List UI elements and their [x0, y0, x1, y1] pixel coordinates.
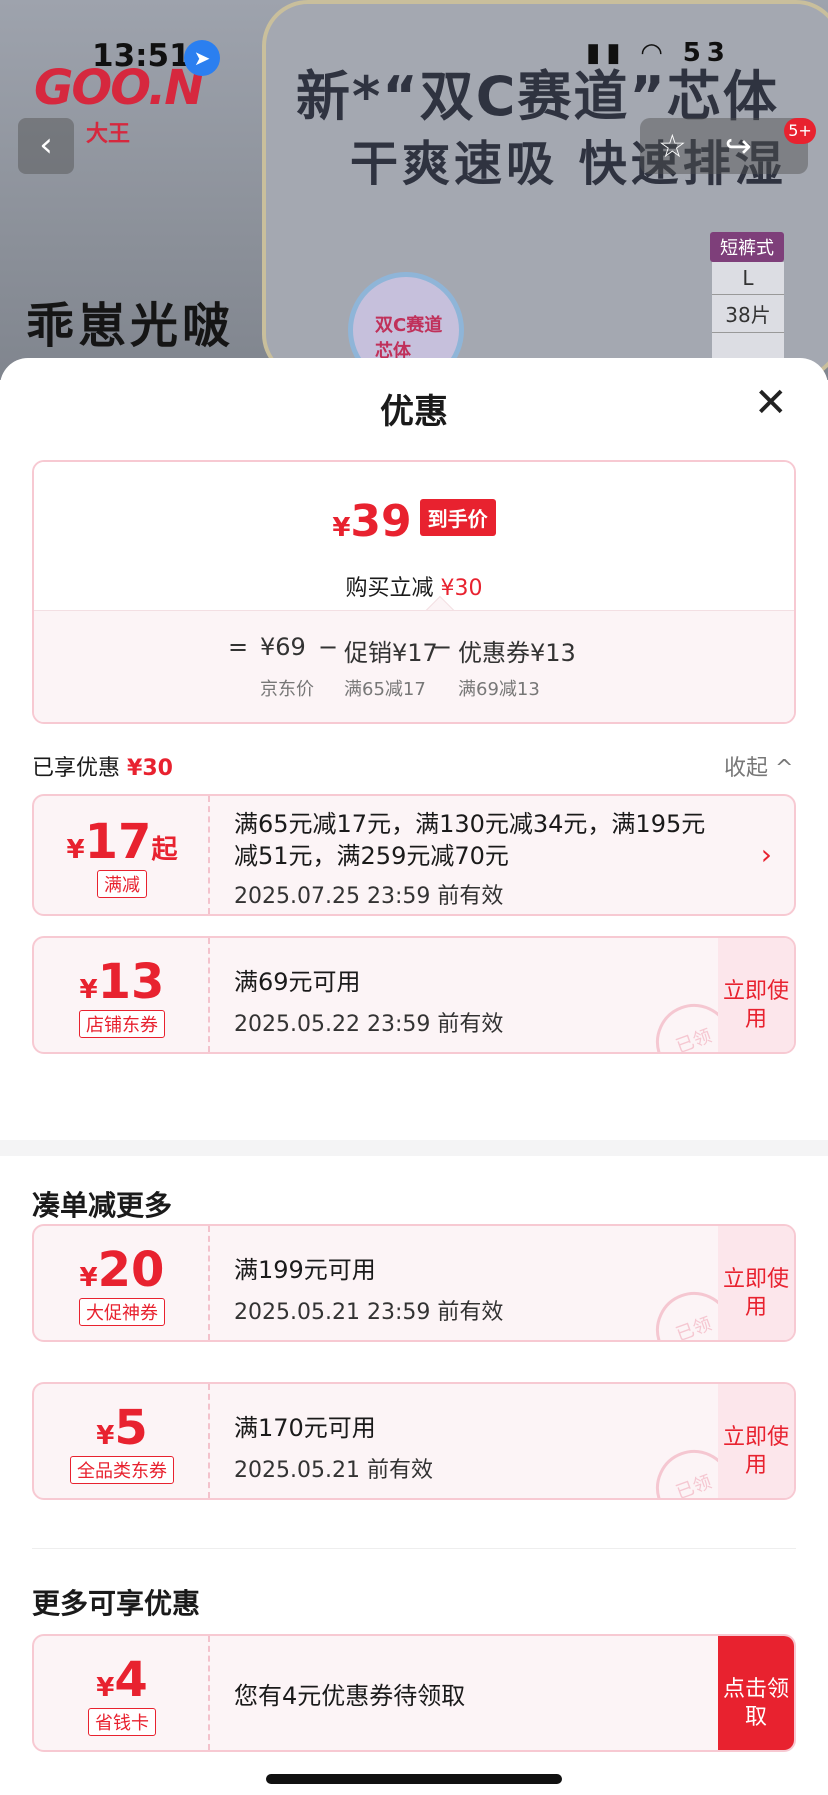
coupon-kind: 全品类东券 [34, 1456, 210, 1484]
section-title-extra: 更多可享优惠 [32, 1587, 201, 1620]
coupon-card[interactable]: ¥13 店铺东券 满69元可用 2025.05.22 23:59 前有效 已领 … [32, 936, 796, 1054]
use-now-button[interactable]: 立即使用 [718, 1226, 794, 1340]
coupon-value: 20 [97, 1242, 165, 1298]
brand-logo-sub: 大王 [86, 122, 131, 147]
price-formula: = ¥69 京东价 − 促销¥17 满65减17 − 优惠券¥13 满69减13 [34, 610, 794, 722]
collapse-button[interactable]: 收起 ^ [724, 750, 793, 782]
size-label: L [712, 262, 784, 295]
top-actions[interactable]: ☆ ↪ [640, 118, 808, 174]
back-button[interactable]: ‹ [18, 118, 74, 174]
coupon-desc: 满199元可用 [234, 1256, 376, 1284]
formula-promo: 促销¥17 [344, 639, 438, 667]
final-price-tag: 到手价 [419, 499, 496, 536]
coupon-amount: ¥20 [34, 1242, 210, 1298]
coupon-currency: ¥ [96, 1673, 115, 1703]
coupon-value: 17 [84, 814, 152, 870]
coupon-valid: 2025.07.25 23:59 前有效 [234, 884, 504, 909]
enjoyed-discount: 已享优惠 ¥30 [32, 750, 173, 782]
coupon-value: 4 [114, 1652, 148, 1708]
enjoyed-label: 已享优惠 [32, 756, 121, 781]
coupon-desc: 满69元可用 [234, 968, 361, 996]
coupon-amount: ¥5 [34, 1400, 210, 1456]
formula-promo-label: 满65减17 [344, 679, 426, 700]
coupon-kind: 店铺东券 [34, 1010, 210, 1038]
notification-badge: 5+ [784, 118, 816, 144]
coupon-value: 13 [97, 954, 165, 1010]
coupon-desc: 满65元减17元，满130元减34元，满195元减51元，满259元减70元 [234, 810, 706, 870]
product-badge-text: 双C赛道 芯体 [375, 315, 443, 362]
chevron-right-icon[interactable]: › [761, 838, 772, 871]
coupon-card[interactable]: ¥17起 满减 满65元减17元，满130元减34元，满195元减51元，满25… [32, 794, 796, 916]
price-summary: ¥39 到手价 购买立减 ¥30 = ¥69 京东价 − 促销¥17 满65减17… [32, 460, 796, 724]
formula-minus-1: − [318, 633, 339, 661]
status-time: 13:51 [92, 38, 191, 74]
instant-discount-label: 购买立减 [345, 576, 434, 601]
coupon-kind-label: 全品类东券 [70, 1456, 174, 1484]
formula-minus-2: − [432, 633, 453, 661]
use-now-button[interactable]: 立即使用 [718, 1384, 794, 1498]
coupon-card[interactable]: ¥4 省钱卡 您有4元优惠券待领取 点击领取 [32, 1634, 796, 1752]
coupon-currency: ¥ [96, 1421, 115, 1451]
home-indicator [266, 1774, 562, 1784]
coupon-value: 5 [114, 1400, 148, 1456]
coupon-amount: ¥13 [34, 954, 210, 1010]
coupon-amount: ¥17起 [34, 814, 210, 870]
use-now-button[interactable]: 立即使用 [718, 938, 794, 1052]
coupon-valid: 2025.05.21 23:59 前有效 [234, 1300, 504, 1325]
coupon-currency: ¥ [79, 1263, 98, 1293]
status-icons: ▮▮ ◠ 53 [586, 38, 731, 68]
coupon-card[interactable]: ¥5 全品类东券 满170元可用 2025.05.21 前有效 已领 立即使用 [32, 1382, 796, 1500]
final-price-amount: 39 [350, 496, 412, 547]
sheet-title: 优惠 [380, 392, 448, 432]
close-icon[interactable]: ✕ [754, 380, 788, 426]
coupon-suffix: 起 [151, 835, 178, 865]
instant-discount-amount: ¥30 [440, 576, 483, 601]
size-box: L 38片 [712, 262, 784, 362]
coupon-kind-label: 店铺东券 [79, 1010, 165, 1038]
coupon-kind: 省钱卡 [34, 1708, 210, 1736]
coupon-desc: 您有4元优惠券待领取 [234, 1682, 466, 1710]
formula-coupon-label: 满69减13 [458, 679, 540, 700]
formula-jd-price-label: 京东价 [260, 679, 314, 700]
coupon-desc: 满170元可用 [234, 1414, 376, 1442]
section-title-more: 凑单减更多 [32, 1189, 173, 1222]
coupon-currency: ¥ [66, 835, 85, 865]
enjoyed-amount: ¥30 [127, 756, 173, 781]
section-divider [0, 1140, 828, 1156]
coupon-amount: ¥4 [34, 1652, 210, 1708]
coupon-kind-label: 满减 [97, 870, 147, 898]
final-price: ¥39 到手价 [34, 496, 794, 547]
formula-equals: = [228, 633, 249, 661]
coupon-currency: ¥ [79, 975, 98, 1005]
coupon-kind-label: 大促神券 [79, 1298, 165, 1326]
formula-jd-price: ¥69 [260, 633, 306, 661]
coupon-kind: 满减 [34, 870, 210, 898]
count-label: 38片 [712, 295, 784, 333]
section-divider-line [32, 1548, 796, 1549]
offers-sheet: 优惠 ✕ ¥39 到手价 购买立减 ¥30 = ¥69 京东价 − 促销¥17 满… [0, 358, 828, 1795]
coupon-kind: 大促神券 [34, 1298, 210, 1326]
coupon-valid: 2025.05.21 前有效 [234, 1458, 433, 1483]
final-price-currency: ¥ [332, 513, 351, 543]
claim-button[interactable]: 点击领取 [718, 1636, 794, 1750]
instant-discount: 购买立减 ¥30 [34, 570, 794, 602]
formula-coupon: 优惠券¥13 [458, 639, 576, 667]
location-arrow-icon: ➤ [184, 40, 220, 76]
coupon-card[interactable]: ¥20 大促神券 满199元可用 2025.05.21 23:59 前有效 已领… [32, 1224, 796, 1342]
price-summary-upper: ¥39 到手价 购买立减 ¥30 [34, 462, 794, 610]
coupon-valid: 2025.05.22 23:59 前有效 [234, 1012, 504, 1037]
coupon-kind-label: 省钱卡 [88, 1708, 156, 1736]
product-left-text: 乖崽光啵 [26, 298, 235, 354]
size-tag: 短裤式 [710, 232, 784, 262]
